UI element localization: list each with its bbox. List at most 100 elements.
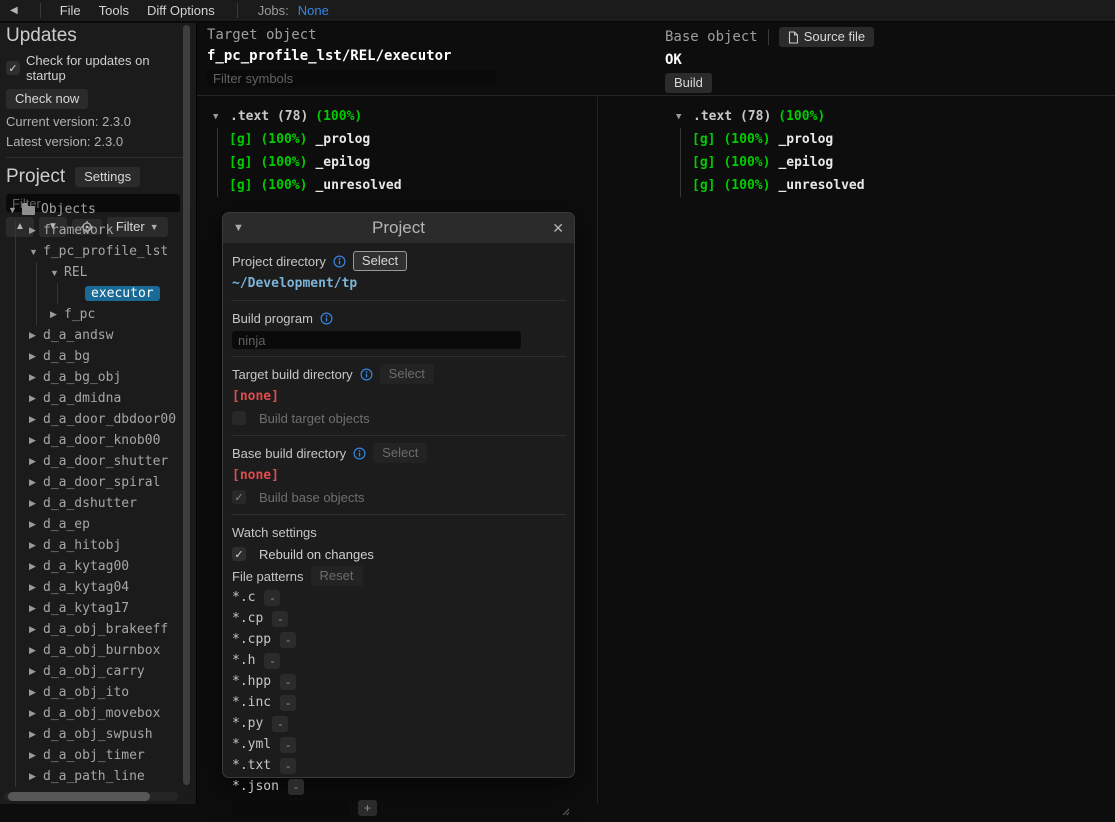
dialog-titlebar[interactable]: ▼ Project ✕ (223, 213, 574, 243)
remove-pattern-button[interactable]: - (272, 611, 288, 627)
check-updates-checkbox[interactable]: ✓ (6, 61, 20, 75)
tree-item-d_a_kytag17[interactable]: ▶d_a_kytag17 (0, 598, 188, 619)
chevron-right-icon[interactable]: ▶ (29, 687, 43, 698)
menu-file[interactable]: File (60, 3, 81, 18)
chevron-right-icon[interactable]: ▶ (29, 414, 43, 425)
reset-patterns-button[interactable]: Reset (311, 566, 363, 586)
chevron-right-icon[interactable]: ▶ (29, 498, 43, 509)
tree-item-d_a_kytag04[interactable]: ▶d_a_kytag04 (0, 577, 188, 598)
collapse-icon[interactable]: ▼ (233, 222, 253, 234)
tree-item-f_pc[interactable]: ▶f_pc (0, 304, 188, 325)
back-icon[interactable]: ◀ (10, 5, 18, 16)
remove-pattern-button[interactable]: - (280, 632, 296, 648)
remove-pattern-button[interactable]: - (280, 674, 296, 690)
chevron-right-icon[interactable]: ▶ (29, 456, 43, 467)
tree-item-d_a_obj_ito[interactable]: ▶d_a_obj_ito (0, 682, 188, 703)
chevron-down-icon[interactable]: ▼ (50, 268, 64, 278)
info-icon[interactable] (320, 312, 333, 325)
chevron-right-icon[interactable]: ▶ (29, 750, 43, 761)
remove-pattern-button[interactable]: - (280, 758, 296, 774)
tree-item-d_a_dshutter[interactable]: ▶d_a_dshutter (0, 493, 188, 514)
menu-diff-options[interactable]: Diff Options (147, 3, 215, 18)
tree-item-d_a_door_spiral[interactable]: ▶d_a_door_spiral (0, 472, 188, 493)
chevron-right-icon[interactable]: ▶ (29, 519, 43, 530)
chevron-right-icon[interactable]: ▶ (29, 561, 43, 572)
build-base-objects-checkbox[interactable]: ✓ (232, 490, 246, 504)
project-directory-select-button[interactable]: Select (353, 251, 407, 271)
tree-item-Objects[interactable]: ▼Objects (0, 199, 188, 220)
sidebar-vertical-scrollbar[interactable] (183, 25, 190, 785)
tree-item-d_a_obj_timer[interactable]: ▶d_a_obj_timer (0, 745, 188, 766)
chevron-right-icon[interactable]: ▶ (29, 351, 43, 362)
chevron-right-icon[interactable]: ▶ (50, 309, 64, 320)
tree-item-REL[interactable]: ▼REL (0, 262, 188, 283)
chevron-right-icon[interactable]: ▶ (29, 729, 43, 740)
symbol-filter-input[interactable] (207, 70, 496, 87)
build-target-objects-checkbox[interactable] (232, 411, 246, 425)
info-icon[interactable] (360, 368, 373, 381)
chevron-right-icon[interactable]: ▶ (29, 666, 43, 677)
chevron-right-icon[interactable]: ▶ (29, 435, 43, 446)
symbol-row[interactable]: [g](100%)_prolog (229, 128, 402, 151)
tree-item-d_a_obj_carry[interactable]: ▶d_a_obj_carry (0, 661, 188, 682)
tree-item-d_a_dmidna[interactable]: ▶d_a_dmidna (0, 388, 188, 409)
remove-pattern-button[interactable]: - (264, 590, 280, 606)
symbol-row[interactable]: [g](100%)_epilog (692, 151, 865, 174)
base-build-dir-select-button[interactable]: Select (373, 443, 427, 463)
tree-item-d_a_door_dbdoor00[interactable]: ▶d_a_door_dbdoor00 (0, 409, 188, 430)
tree-item-d_a_kytag00[interactable]: ▶d_a_kytag00 (0, 556, 188, 577)
add-pattern-button[interactable]: + (358, 800, 377, 816)
tree-item-d_a_bg_obj[interactable]: ▶d_a_bg_obj (0, 367, 188, 388)
chevron-down-icon[interactable]: ▼ (29, 247, 43, 257)
tree-item-d_a_obj_swpush[interactable]: ▶d_a_obj_swpush (0, 724, 188, 745)
info-icon[interactable] (333, 255, 346, 268)
tree-item-d_a_obj_brakeeff[interactable]: ▶d_a_obj_brakeeff (0, 619, 188, 640)
chevron-right-icon[interactable]: ▶ (29, 372, 43, 383)
symbol-section-row[interactable]: ▼.text (78)(100%) (676, 105, 865, 128)
remove-pattern-button[interactable]: - (272, 716, 288, 732)
remove-pattern-button[interactable]: - (280, 737, 296, 753)
resize-handle-icon[interactable] (560, 804, 570, 819)
build-program-input[interactable] (232, 331, 521, 349)
tree-item-d_a_obj_burnbox[interactable]: ▶d_a_obj_burnbox (0, 640, 188, 661)
symbol-row[interactable]: [g](100%)_prolog (692, 128, 865, 151)
symbol-row[interactable]: [g](100%)_unresolved (692, 174, 865, 197)
source-file-button[interactable]: Source file (779, 27, 874, 47)
symbol-row[interactable]: [g](100%)_epilog (229, 151, 402, 174)
chevron-down-icon[interactable]: ▼ (8, 205, 22, 215)
chevron-right-icon[interactable]: ▶ (29, 225, 43, 236)
chevron-right-icon[interactable]: ▶ (29, 624, 43, 635)
tree-item-d_a_ep[interactable]: ▶d_a_ep (0, 514, 188, 535)
symbol-row[interactable]: [g](100%)_unresolved (229, 174, 402, 197)
chevron-right-icon[interactable]: ▶ (29, 603, 43, 614)
check-now-button[interactable]: Check now (6, 89, 88, 109)
add-pattern-input[interactable] (232, 800, 350, 816)
info-icon[interactable] (353, 447, 366, 460)
rebuild-on-changes-checkbox[interactable]: ✓ (232, 547, 246, 561)
target-build-dir-select-button[interactable]: Select (380, 364, 434, 384)
jobs-none-link[interactable]: None (298, 3, 329, 18)
remove-pattern-button[interactable]: - (280, 695, 296, 711)
build-button[interactable]: Build (665, 73, 712, 93)
tree-item-f_pc_profile_lst[interactable]: ▼f_pc_profile_lst (0, 241, 188, 262)
tree-item-framework[interactable]: ▶framework (0, 220, 188, 241)
chevron-right-icon[interactable]: ▶ (29, 477, 43, 488)
remove-pattern-button[interactable]: - (264, 653, 280, 669)
chevron-right-icon[interactable]: ▶ (29, 708, 43, 719)
tree-item-d_a_path_line[interactable]: ▶d_a_path_line (0, 766, 188, 787)
tree-item-d_a_hitobj[interactable]: ▶d_a_hitobj (0, 535, 188, 556)
menu-tools[interactable]: Tools (99, 3, 129, 18)
chevron-right-icon[interactable]: ▶ (29, 330, 43, 341)
close-icon[interactable]: ✕ (544, 220, 564, 237)
sidebar-horizontal-scrollbar[interactable] (4, 792, 178, 801)
project-settings-button[interactable]: Settings (75, 167, 140, 187)
chevron-right-icon[interactable]: ▶ (29, 771, 43, 782)
tree-item-d_a_andsw[interactable]: ▶d_a_andsw (0, 325, 188, 346)
chevron-right-icon[interactable]: ▶ (29, 393, 43, 404)
chevron-right-icon[interactable]: ▶ (29, 540, 43, 551)
remove-pattern-button[interactable]: - (288, 779, 304, 795)
chevron-right-icon[interactable]: ▶ (29, 582, 43, 593)
tree-item-executor[interactable]: executor (0, 283, 188, 304)
tree-item-d_a_obj_movebox[interactable]: ▶d_a_obj_movebox (0, 703, 188, 724)
tree-item-d_a_door_shutter[interactable]: ▶d_a_door_shutter (0, 451, 188, 472)
